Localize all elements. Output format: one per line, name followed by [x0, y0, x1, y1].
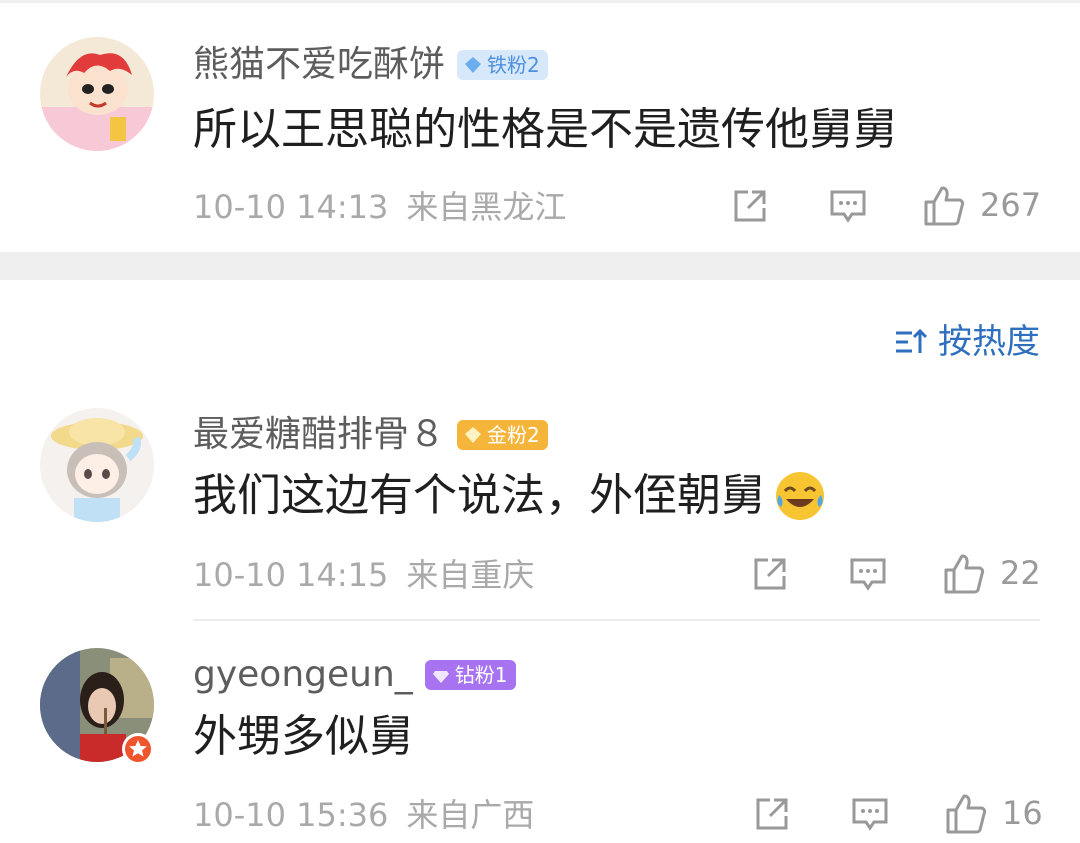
username[interactable]: gyeongeun_ 钻粉1: [193, 653, 516, 697]
badge-label: 铁粉2: [487, 53, 540, 77]
thumbs-up-icon: [944, 554, 985, 594]
timestamp: 10-10 14:15: [193, 556, 389, 594]
diamond-icon: [465, 427, 482, 443]
fan-badge: 钻粉1: [424, 660, 516, 690]
laugh-cry-emoji-icon: [776, 472, 824, 520]
username-text[interactable]: gyeongeun_: [193, 653, 413, 697]
diamond-icon: [432, 671, 449, 683]
reply-button[interactable]: [848, 554, 888, 594]
sort-by-hot-button[interactable]: 按热度: [894, 320, 1040, 364]
username-text[interactable]: 最爱糖醋排骨８: [193, 413, 445, 457]
comment-divider: [193, 619, 1040, 621]
reply-button[interactable]: [850, 794, 890, 834]
comment-icon: [850, 558, 886, 591]
avatar[interactable]: [40, 408, 154, 522]
comment-icon: [830, 190, 866, 223]
reply-button[interactable]: [828, 186, 868, 226]
share-button[interactable]: [752, 794, 792, 834]
comment-icon: [852, 798, 888, 831]
location: 来自广西: [406, 796, 535, 834]
fan-badge: 金粉2: [457, 420, 548, 450]
thumbs-up-icon: [924, 186, 965, 226]
comment-meta: 10-10 14:15 来自重庆: [193, 555, 534, 595]
sort-icon: [896, 328, 928, 353]
comment-text: 外甥多似舅: [193, 711, 413, 762]
share-icon: [754, 558, 786, 590]
like-button[interactable]: 267: [922, 184, 1041, 226]
comment-meta: 10-10 15:36 来自广西: [193, 795, 534, 835]
top-divider: [0, 0, 1080, 3]
badge-label: 金粉2: [487, 423, 540, 447]
timestamp: 10-10 14:13: [193, 188, 389, 226]
like-count: 16: [1002, 794, 1043, 832]
diamond-icon: [465, 57, 482, 73]
sort-label[interactable]: 按热度: [938, 320, 1040, 364]
username[interactable]: 熊猫不爱吃酥饼 铁粉2: [193, 43, 548, 87]
share-icon: [734, 190, 766, 222]
thumbs-up-icon: [946, 794, 987, 834]
like-count: 22: [1000, 554, 1041, 592]
username-text[interactable]: 熊猫不爱吃酥饼: [193, 43, 445, 87]
comment-text: 所以王思聪的性格是不是遗传他舅舅: [193, 104, 897, 155]
like-button[interactable]: 22: [942, 552, 1041, 594]
share-button[interactable]: [730, 186, 770, 226]
avatar[interactable]: [40, 37, 154, 151]
share-icon: [756, 798, 788, 830]
like-count: 267: [980, 186, 1042, 224]
like-button[interactable]: 16: [944, 792, 1043, 834]
location: 来自重庆: [406, 556, 535, 594]
section-separator: [0, 252, 1080, 280]
badge-label: 钻粉1: [454, 663, 508, 687]
fan-badge: 铁粉2: [457, 50, 548, 80]
username[interactable]: 最爱糖醋排骨８ 金粉2: [193, 413, 548, 457]
timestamp: 10-10 15:36: [193, 796, 389, 834]
comment-meta: 10-10 14:13 来自黑龙江: [193, 187, 566, 227]
verified-icon: [122, 733, 154, 765]
comment-text: 我们这边有个说法，外侄朝舅: [193, 466, 827, 526]
comment-text-content: 我们这边有个说法，外侄朝舅: [193, 470, 765, 521]
share-button[interactable]: [750, 554, 790, 594]
location: 来自黑龙江: [406, 188, 567, 226]
